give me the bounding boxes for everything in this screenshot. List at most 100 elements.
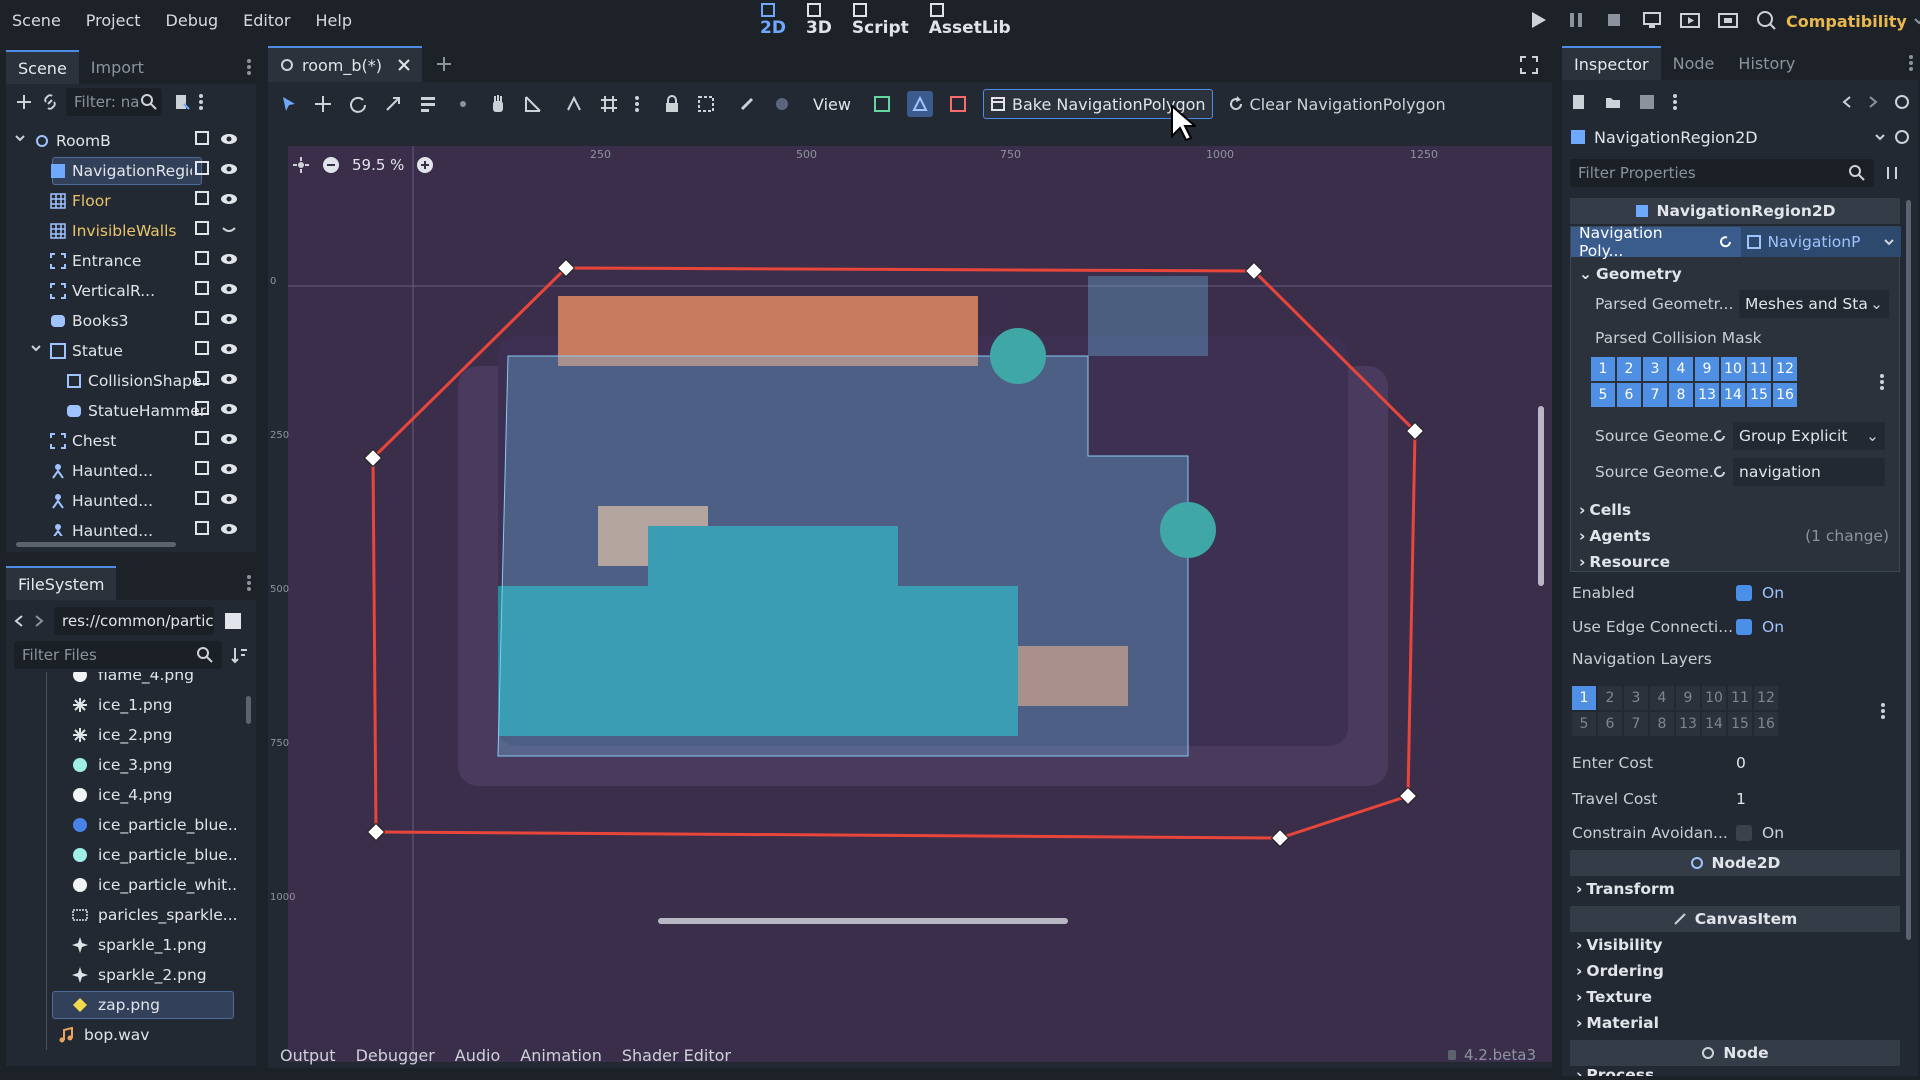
kebab-menu-icon[interactable] — [1908, 54, 1914, 72]
layer-bit[interactable]: 2 — [1617, 357, 1641, 381]
visibility-eye-icon[interactable] — [220, 520, 238, 536]
visibility-eye-icon[interactable] — [220, 430, 238, 448]
history-back-icon[interactable] — [1842, 95, 1852, 109]
renderer-selector[interactable]: Compatibility — [1786, 8, 1920, 34]
lock-icon[interactable] — [663, 94, 681, 114]
travel-cost-value[interactable]: 1 — [1736, 790, 1746, 808]
node-flag-icon[interactable] — [194, 220, 210, 238]
node-flag-icon[interactable] — [194, 400, 210, 418]
filesystem-path-input[interactable]: res://common/partic — [54, 607, 214, 635]
clear-navigation-button[interactable]: Clear NavigationPolygon — [1228, 89, 1446, 119]
layer-bit[interactable]: 8 — [1669, 383, 1693, 407]
play-icon[interactable] — [1526, 8, 1550, 32]
movie-maker-icon[interactable] — [1754, 8, 1778, 32]
file-item[interactable]: ice_4.png — [6, 780, 256, 810]
layer-bit[interactable]: 14 — [1702, 712, 1726, 736]
menu-help[interactable]: Help — [316, 11, 352, 30]
layer-bit[interactable]: 7 — [1643, 383, 1667, 407]
enabled-checkbox[interactable] — [1736, 585, 1752, 601]
chevron-left-icon[interactable] — [14, 614, 24, 628]
file-item[interactable]: ice_particle_blue.... — [6, 810, 256, 840]
kebab-menu-icon[interactable] — [1672, 93, 1678, 111]
tree-node[interactable]: Haunted... — [6, 456, 256, 486]
visibility-eye-icon[interactable] — [220, 190, 238, 208]
visibility-eye-icon[interactable] — [220, 340, 238, 358]
pan-tool-icon[interactable] — [488, 94, 508, 114]
tree-node[interactable]: Haunted... — [6, 486, 256, 516]
kebab-menu-icon[interactable] — [198, 93, 204, 111]
tree-node[interactable]: NavigationRegio... — [6, 156, 256, 186]
bottom-tab-output[interactable]: Output — [280, 1046, 336, 1065]
scene-canvas[interactable] — [268, 126, 1552, 1062]
category-agents[interactable]: › Agents (1 change) — [1579, 527, 1889, 545]
add-points-icon[interactable] — [906, 91, 933, 117]
layer-bit[interactable]: 4 — [1669, 357, 1693, 381]
tree-node[interactable]: VerticalR... — [6, 276, 256, 306]
file-item[interactable]: zap.png — [6, 990, 256, 1020]
inspector-scrollbar[interactable] — [1906, 200, 1911, 940]
menu-project[interactable]: Project — [86, 11, 141, 30]
layer-bit[interactable]: 8 — [1650, 712, 1674, 736]
menu-scene[interactable]: Scene — [12, 11, 61, 30]
category-process[interactable]: › Process — [1576, 1066, 1654, 1076]
visibility-eye-icon[interactable] — [220, 310, 238, 328]
file-item[interactable]: bop.wav — [6, 1020, 256, 1050]
layer-bit[interactable]: 3 — [1643, 357, 1667, 381]
visibility-eye-icon[interactable] — [220, 250, 238, 268]
file-item[interactable]: ice_2.png — [6, 720, 256, 750]
bottom-tab-debugger[interactable]: Debugger — [356, 1046, 435, 1065]
move-tool-icon[interactable] — [313, 94, 333, 114]
visibility-eye-icon[interactable] — [220, 370, 238, 388]
layer-bit[interactable]: 9 — [1695, 357, 1719, 381]
layer-bit[interactable]: 3 — [1624, 686, 1648, 710]
file-item[interactable]: paricles_sparkle.... — [6, 900, 256, 930]
layer-bit[interactable]: 6 — [1617, 383, 1641, 407]
kebab-menu-icon[interactable] — [246, 574, 252, 592]
scene-tree-scrollbar[interactable] — [16, 542, 176, 547]
rotate-tool-icon[interactable] — [348, 94, 368, 114]
layer-bit[interactable]: 12 — [1754, 686, 1778, 710]
tab-node[interactable]: Node — [1661, 46, 1727, 80]
view-menu[interactable]: View — [813, 95, 851, 114]
layer-bit[interactable]: 15 — [1728, 712, 1752, 736]
kebab-menu-icon[interactable] — [1879, 373, 1885, 391]
smart-snap-icon[interactable] — [564, 94, 584, 114]
close-icon[interactable] — [398, 59, 410, 71]
center-view-icon[interactable] — [292, 156, 310, 174]
category-geometry[interactable]: ⌄ Geometry — [1579, 265, 1682, 283]
new-resource-icon[interactable] — [1570, 93, 1588, 111]
layer-bit[interactable]: 11 — [1747, 357, 1771, 381]
menu-editor[interactable]: Editor — [243, 11, 290, 30]
save-icon[interactable] — [1638, 93, 1656, 111]
tree-node[interactable]: Haunted... — [6, 516, 256, 536]
category-ordering[interactable]: › Ordering — [1576, 962, 1664, 980]
layer-bit[interactable]: 2 — [1598, 686, 1622, 710]
play-scene-icon[interactable] — [1678, 8, 1702, 32]
object-history-icon[interactable] — [1894, 94, 1910, 110]
kebab-menu-icon[interactable] — [634, 95, 640, 113]
menu-debug[interactable]: Debug — [166, 11, 219, 30]
tree-node[interactable]: Books3 — [6, 306, 256, 336]
layer-bit[interactable]: 5 — [1591, 383, 1615, 407]
visibility-eye-icon[interactable] — [220, 490, 238, 508]
bottom-tab-audio[interactable]: Audio — [455, 1046, 500, 1065]
file-item[interactable]: sparkle_1.png — [6, 930, 256, 960]
visibility-eye-icon[interactable] — [220, 460, 238, 478]
script-attach-icon[interactable] — [172, 92, 192, 112]
node-flag-icon[interactable] — [194, 520, 210, 536]
navigation-layers-grid[interactable]: 1 2 3 4 9 10 11 12 5 6 7 8 13 14 15 16 — [1572, 686, 1778, 736]
tab-history[interactable]: History — [1726, 46, 1807, 80]
distraction-free-icon[interactable] — [1520, 56, 1538, 74]
node-flag-icon[interactable] — [194, 310, 210, 328]
group-icon[interactable] — [696, 94, 716, 114]
tree-node[interactable]: Statue — [6, 336, 256, 366]
chevron-down-icon[interactable] — [14, 132, 26, 144]
node-flag-icon[interactable] — [194, 250, 210, 268]
layer-bit[interactable]: 10 — [1721, 357, 1745, 381]
file-item[interactable]: ice_particle_blue... — [6, 840, 256, 870]
tree-node[interactable]: Chest — [6, 426, 256, 456]
node-selector[interactable]: NavigationRegion2D — [1570, 122, 1910, 152]
scene-tab-room-b[interactable]: room_b(*) — [268, 46, 423, 82]
visibility-eye-icon[interactable] — [220, 280, 238, 298]
node-doc-icon[interactable] — [1894, 129, 1910, 145]
